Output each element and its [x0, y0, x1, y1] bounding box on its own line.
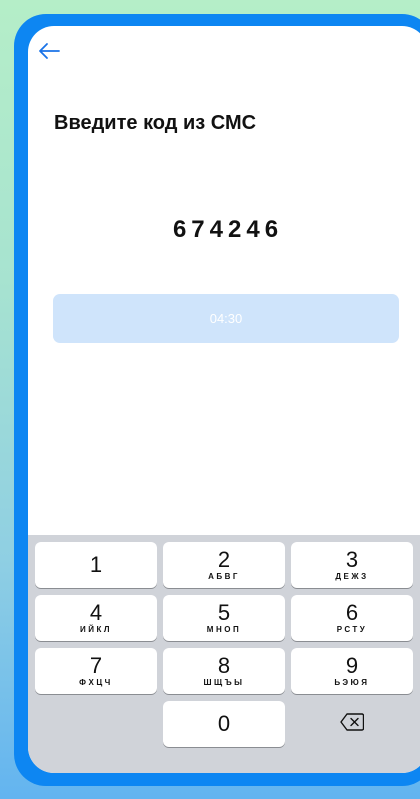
key-digit: 6 [345, 600, 359, 625]
key-6[interactable]: 6 РСТУ [291, 595, 413, 641]
timer-label: 04:30 [209, 311, 243, 326]
key-digit: 2 [217, 547, 231, 572]
backspace-icon [340, 712, 365, 736]
key-9[interactable]: 9 ЬЭЮЯ [291, 648, 413, 694]
sms-code-screen: Введите код из СМС 674246 04:30 1 2 АБВГ… [28, 26, 420, 773]
page-title: Введите код из СМС [54, 112, 257, 134]
key-digit: 9 [345, 653, 359, 678]
numeric-keypad: 1 2 АБВГ 3 ДЕЖЗ 4 ИЙКЛ 5 МНОП 6 РСТУ 7 Ф… [28, 535, 420, 773]
key-letters: РСТУ [336, 625, 368, 634]
key-8[interactable]: 8 ШЩЪЫ [163, 648, 285, 694]
key-letters: ФХЦЧ [79, 678, 113, 687]
key-digit: 3 [345, 547, 359, 572]
key-letters: ШЩЪЫ [203, 678, 245, 687]
key-7[interactable]: 7 ФХЦЧ [35, 648, 157, 694]
key-5[interactable]: 5 МНОП [163, 595, 285, 641]
key-letters: ИЙКЛ [80, 625, 112, 634]
key-1[interactable]: 1 [35, 542, 157, 588]
key-digit: 8 [217, 653, 231, 678]
key-digit: 7 [89, 653, 103, 678]
key-digit: 1 [89, 552, 103, 577]
key-2[interactable]: 2 АБВГ [163, 542, 285, 588]
key-digit: 5 [217, 600, 231, 625]
key-4[interactable]: 4 ИЙКЛ [35, 595, 157, 641]
key-digit: 0 [217, 711, 231, 736]
key-letters: АБВГ [208, 572, 240, 581]
key-0[interactable]: 0 [163, 701, 285, 747]
key-3[interactable]: 3 ДЕЖЗ [291, 542, 413, 588]
sms-code-value: 674246 [172, 216, 284, 243]
arrow-left-icon [38, 42, 60, 65]
key-letters: ЬЭЮЯ [334, 678, 370, 687]
key-letters: МНОП [206, 625, 242, 634]
back-button[interactable] [34, 38, 64, 68]
key-digit: 4 [89, 600, 103, 625]
key-letters: ДЕЖЗ [335, 572, 369, 581]
resend-timer-button[interactable]: 04:30 [53, 294, 399, 343]
delete-key[interactable] [291, 701, 413, 747]
